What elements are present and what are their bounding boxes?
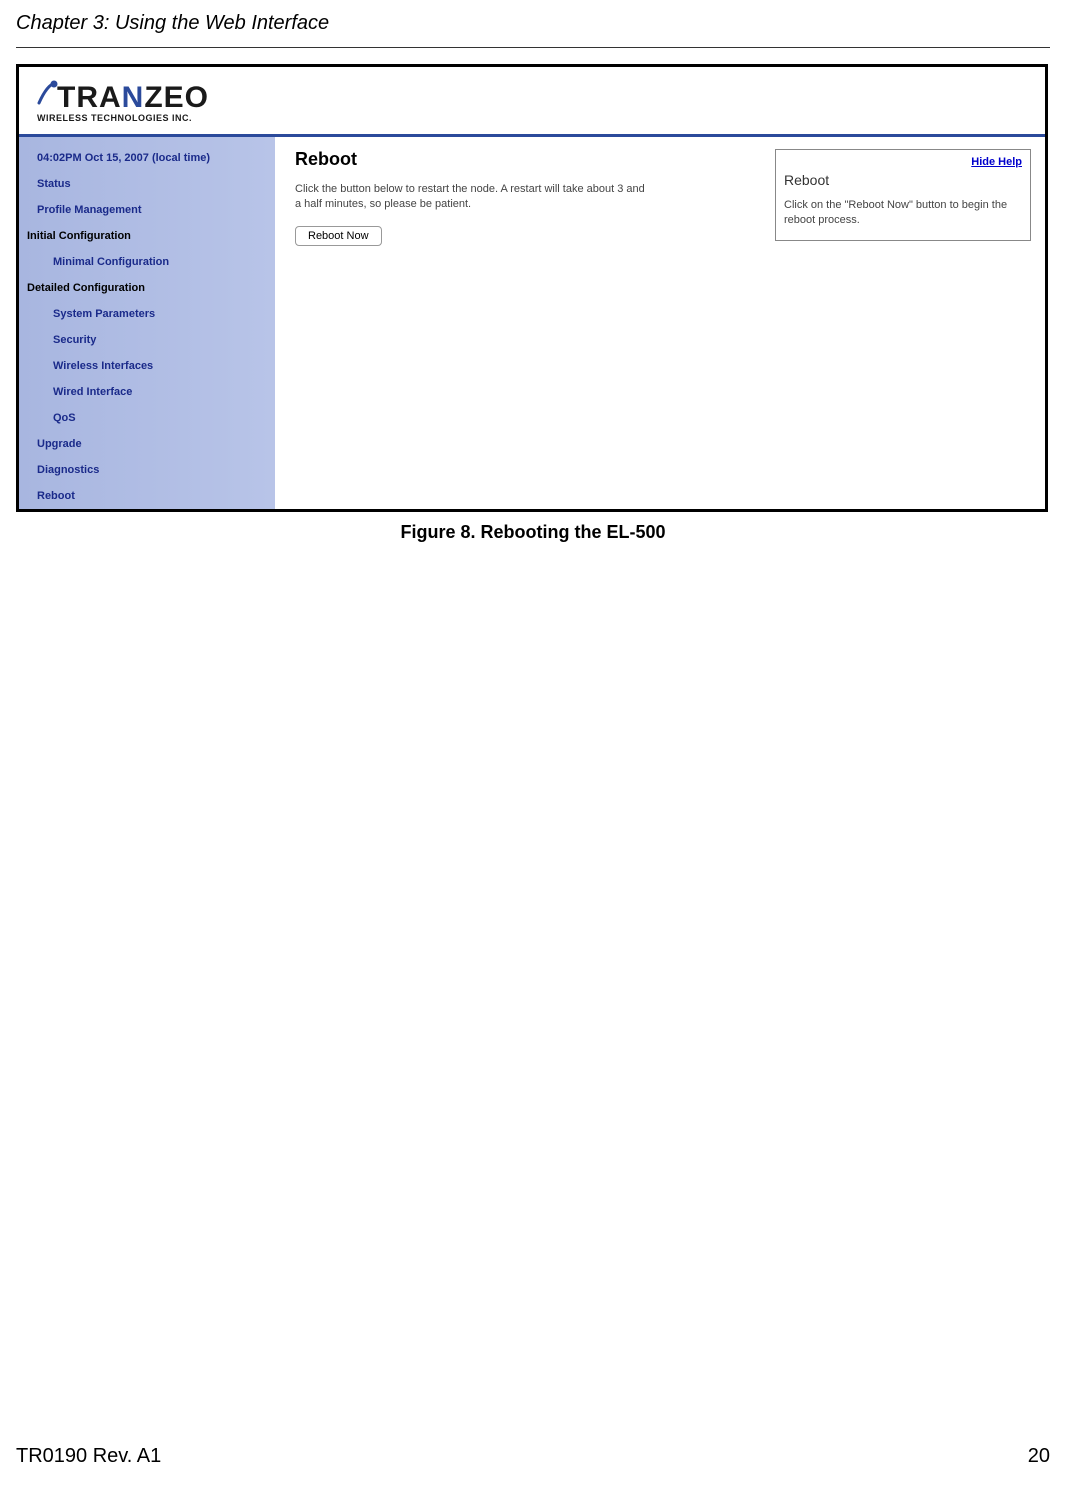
sidebar-item-reboot[interactable]: Reboot: [19, 485, 275, 507]
footer-revision: TR0190 Rev. A1: [16, 1445, 161, 1468]
ui-body: 04:02PM Oct 15, 2007 (local time) Status…: [19, 137, 1045, 509]
sidebar: 04:02PM Oct 15, 2007 (local time) Status…: [19, 137, 275, 509]
help-text: Click on the "Reboot Now" button to begi…: [784, 198, 1022, 228]
hide-help-link[interactable]: Hide Help: [784, 156, 1022, 168]
page-description: Click the button below to restart the no…: [295, 182, 645, 212]
sidebar-item-qos[interactable]: QoS: [19, 407, 275, 429]
sidebar-time: 04:02PM Oct 15, 2007 (local time): [19, 147, 275, 169]
sidebar-item-security[interactable]: Security: [19, 329, 275, 351]
sidebar-item-wired[interactable]: Wired Interface: [19, 381, 275, 403]
sidebar-item-wireless[interactable]: Wireless Interfaces: [19, 355, 275, 377]
brand-bar: TRANZEO WIRELESS TECHNOLOGIES INC.: [19, 67, 1045, 137]
sidebar-heading-initial: Initial Configuration: [19, 225, 275, 247]
page-title: Reboot: [295, 149, 763, 170]
sidebar-item-diagnostics[interactable]: Diagnostics: [19, 459, 275, 481]
main-content: Reboot Click the button below to restart…: [295, 149, 763, 246]
brand-subtitle: WIRELESS TECHNOLOGIES INC.: [37, 113, 209, 123]
chapter-header: Chapter 3: Using the Web Interface: [16, 12, 1050, 48]
brand-logo: TRANZEO WIRELESS TECHNOLOGIES INC.: [37, 79, 209, 123]
sidebar-item-upgrade[interactable]: Upgrade: [19, 433, 275, 455]
help-panel: Hide Help Reboot Click on the "Reboot No…: [775, 149, 1031, 241]
reboot-now-button[interactable]: Reboot Now: [295, 226, 382, 246]
sidebar-item-profile[interactable]: Profile Management: [19, 199, 275, 221]
page-footer: TR0190 Rev. A1 20: [16, 1445, 1050, 1468]
sidebar-item-minimal[interactable]: Minimal Configuration: [19, 251, 275, 273]
brand-text-2: N: [122, 81, 145, 115]
main-area: Reboot Click the button below to restart…: [275, 137, 1045, 509]
figure-caption: Figure 8. Rebooting the EL-500: [16, 522, 1050, 543]
sidebar-item-status[interactable]: Status: [19, 173, 275, 195]
help-title: Reboot: [784, 172, 1022, 188]
brand-text-3: ZEO: [144, 81, 209, 115]
sidebar-item-system-params[interactable]: System Parameters: [19, 303, 275, 325]
brand-text-1: TRA: [57, 81, 122, 115]
swoosh-icon: [37, 79, 59, 115]
brand-wordmark: TRANZEO: [37, 79, 209, 115]
sidebar-heading-detailed: Detailed Configuration: [19, 277, 275, 299]
screenshot-frame: TRANZEO WIRELESS TECHNOLOGIES INC. 04:02…: [16, 64, 1048, 512]
footer-page-number: 20: [1028, 1445, 1050, 1468]
